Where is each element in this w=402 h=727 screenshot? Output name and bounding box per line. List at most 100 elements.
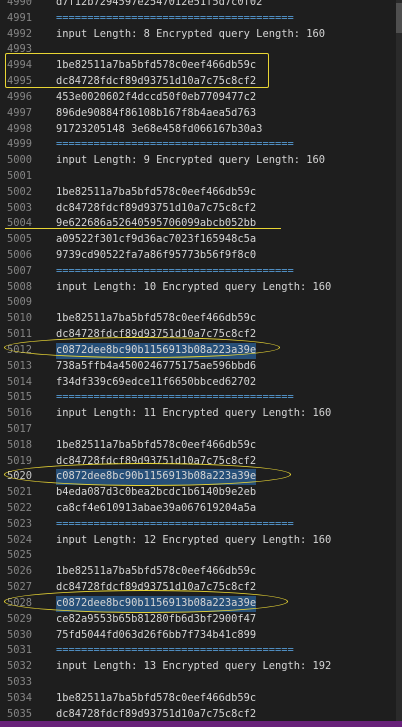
- code-line[interactable]: 5017: [0, 421, 402, 438]
- line-number: 5015: [7, 391, 33, 404]
- line-number: 5030: [7, 628, 33, 641]
- code-line[interactable]: 5009: [0, 295, 402, 312]
- code-line[interactable]: 5035 dc84728fdcf89d93751d10a7c75c8cf2: [0, 706, 402, 723]
- code-line[interactable]: 5018 1be82511a7ba5bfd578c0eef466db59c: [0, 437, 402, 454]
- line-gutter: 4990: [0, 0, 52, 11]
- line-text: 1be82511a7ba5bfd578c0eef466db59c: [56, 691, 257, 704]
- line-text: input Length: 10 Encrypted query Length:…: [56, 280, 332, 293]
- code-line[interactable]: 5004 9e622686a52640595706099abcb052bb: [0, 216, 402, 233]
- line-number: 5027: [7, 581, 33, 594]
- code-line[interactable]: 4996 453e0020602f4dccd50f0eb7709477c2: [0, 89, 402, 106]
- code-line[interactable]: 5000 input Length: 9 Encrypted query Leng…: [0, 153, 402, 169]
- code-line[interactable]: 5016 input Length: 11 Encrypted query Len…: [0, 406, 402, 422]
- line-gutter: 5029: [0, 611, 52, 628]
- code-line[interactable]: 5023 ====================================…: [0, 516, 402, 533]
- line-text: 738a5ffb4a4500246775175ae596bbd6: [56, 359, 257, 372]
- line-number: 5001: [7, 169, 33, 182]
- line-number: 4999: [7, 138, 33, 151]
- line-number: 5034: [7, 691, 33, 704]
- line-number: 4996: [7, 90, 33, 103]
- code-line[interactable]: 5005 a09522f301cf9d36ac7023f165948c5a: [0, 232, 402, 248]
- vertical-scrollbar[interactable]: [396, 0, 402, 721]
- line-number: 5022: [7, 502, 33, 514]
- separator-line: ======================================: [56, 644, 294, 657]
- line-number: 5002: [7, 185, 33, 198]
- code-line[interactable]: 5026 1be82511a7ba5bfd578c0eef466db59c: [0, 564, 402, 581]
- line-gutter: 5032: [0, 659, 52, 675]
- line-gutter: 5034: [0, 690, 52, 707]
- line-gutter: 5006: [0, 248, 52, 264]
- line-gutter: 5004: [0, 216, 52, 233]
- code-line[interactable]: 5029 ce82a9553b65b81280fb6d3bf2900f47: [0, 611, 402, 628]
- line-gutter: 5015: [0, 390, 52, 407]
- code-line[interactable]: 4997 896de90884f86108b167f8b4aea5d763: [0, 105, 402, 122]
- code-line[interactable]: 5024 input Length: 12 Encrypted query Len…: [0, 532, 402, 549]
- line-text: input Length: 8 Encrypted query Length: …: [56, 27, 325, 40]
- line-gutter: 4997: [0, 105, 52, 122]
- code-line[interactable]: 5006 9739cd90522fa7a86f95773b56f9f8c0: [0, 248, 402, 264]
- line-gutter: 5010: [0, 311, 52, 328]
- line-gutter: 4999: [0, 137, 52, 154]
- line-gutter: 5017: [0, 421, 52, 438]
- code-line[interactable]: 5015 ====================================…: [0, 390, 402, 407]
- line-number: 5032: [7, 660, 33, 673]
- code-line[interactable]: 5034 1be82511a7ba5bfd578c0eef466db59c: [0, 690, 402, 707]
- status-bar: [0, 721, 402, 727]
- line-text: dc84728fdcf89d93751d10a7c75c8cf2: [56, 201, 257, 214]
- code-line[interactable]: 4992 input Length: 8 Encrypted query Leng…: [0, 26, 402, 43]
- line-text: 453e0020602f4dccd50f0eb7709477c2: [56, 90, 257, 103]
- code-line[interactable]: 5021 b4eda087d3c0bea2bcdc1b6140b9e2eb: [0, 485, 402, 501]
- line-gutter: 5000: [0, 153, 52, 169]
- code-line[interactable]: 5010 1be82511a7ba5bfd578c0eef466db59c: [0, 311, 402, 328]
- line-text: input Length: 9 Encrypted query Length: …: [56, 154, 325, 167]
- line-number: 5014: [7, 375, 33, 388]
- code-line[interactable]: 5008 input Length: 10 Encrypted query Len…: [0, 279, 402, 296]
- line-gutter: 4996: [0, 89, 52, 106]
- code-line[interactable]: 5022 ca8cf4e610913abae39a067619204a5a: [0, 501, 402, 517]
- code-line[interactable]: 4991 ====================================…: [0, 10, 402, 27]
- highlight-underline: [5, 228, 281, 229]
- line-number: 4998: [7, 122, 33, 135]
- scrollbar-thumb[interactable]: [396, 3, 402, 33]
- line-number: 5010: [7, 312, 33, 325]
- highlight-ellipse: [4, 590, 288, 613]
- code-line[interactable]: 5003 dc84728fdcf89d93751d10a7c75c8cf2: [0, 200, 402, 217]
- line-text: input Length: 13 Encrypted query Length:…: [56, 660, 332, 673]
- separator-line: ======================================: [56, 264, 294, 277]
- line-text: ca8cf4e610913abae39a067619204a5a: [56, 502, 257, 514]
- code-editor[interactable]: 4990 d7f12b7294597e2547012e51f5d7c0f02 499…: [0, 0, 402, 723]
- line-number: 5031: [7, 644, 33, 657]
- code-line[interactable]: 4998 91723205148 3e68e458fd066167b30a3: [0, 121, 402, 138]
- line-text: 1be82511a7ba5bfd578c0eef466db59c: [56, 565, 257, 578]
- line-gutter: 5009: [0, 295, 52, 312]
- line-text: 896de90884f86108b167f8b4aea5d763: [56, 106, 257, 119]
- code-line[interactable]: 5030 75fd5044fd063d26f6bb7f734b41c899: [0, 627, 402, 644]
- line-gutter: 5023: [0, 516, 52, 533]
- line-gutter: 5007: [0, 263, 52, 280]
- line-number: 5023: [7, 517, 33, 530]
- line-gutter: 5031: [0, 643, 52, 660]
- code-line[interactable]: 5032 input Length: 13 Encrypted query Len…: [0, 659, 402, 675]
- code-line[interactable]: 4990 d7f12b7294597e2547012e51f5d7c0f02: [0, 0, 402, 11]
- line-gutter: 4998: [0, 121, 52, 138]
- line-text: input Length: 11 Encrypted query Length:…: [56, 407, 332, 420]
- separator-line: ======================================: [56, 517, 294, 530]
- line-number: 4997: [7, 106, 33, 119]
- code-line[interactable]: 5007 ====================================…: [0, 263, 402, 280]
- line-text: ce82a9553b65b81280fb6d3bf2900f47: [56, 612, 257, 625]
- code-line[interactable]: 5033: [0, 674, 402, 691]
- line-number: 5024: [7, 533, 33, 546]
- line-number: 5004: [7, 217, 33, 230]
- code-line[interactable]: 5013 738a5ffb4a4500246775175ae596bbd6: [0, 358, 402, 375]
- code-line[interactable]: 5014 f34df339c69edce11f6650bbced62702: [0, 374, 402, 391]
- line-gutter: 5030: [0, 627, 52, 644]
- code-line[interactable]: 5001: [0, 168, 402, 185]
- line-gutter: 5016: [0, 406, 52, 422]
- line-gutter: 5021: [0, 485, 52, 501]
- line-number: 5029: [7, 612, 33, 625]
- separator-line: ======================================: [56, 391, 294, 404]
- code-line[interactable]: 4999 ====================================…: [0, 137, 402, 154]
- code-line[interactable]: 5031 ====================================…: [0, 643, 402, 660]
- code-line[interactable]: 5025: [0, 548, 402, 565]
- code-line[interactable]: 5002 1be82511a7ba5bfd578c0eef466db59c: [0, 184, 402, 201]
